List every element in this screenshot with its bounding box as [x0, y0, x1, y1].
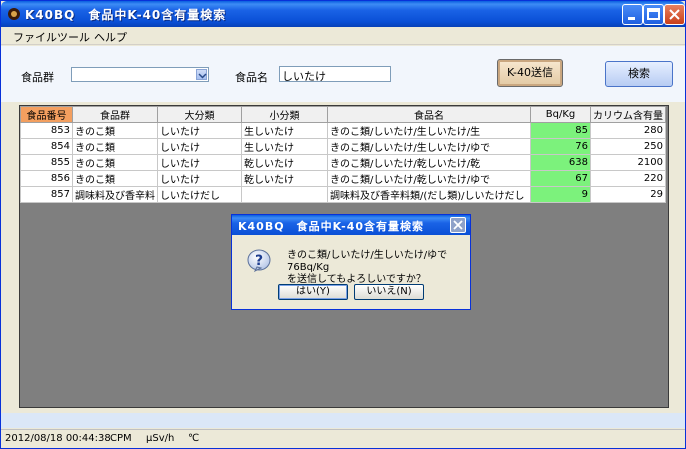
cell-bq: 67: [530, 170, 591, 187]
status-celsius: ℃: [188, 433, 200, 444]
cell-minor-category: 生しいたけ: [241, 138, 328, 155]
cell-food-name: きのこ類/しいたけ/乾しいたけ/ゆで: [327, 170, 531, 187]
no-button[interactable]: いいえ(N): [354, 284, 424, 300]
column-header[interactable]: 食品名: [327, 106, 531, 123]
dialog-message-line: きのこ類/しいたけ/生しいたけ/ゆで 76Bq/Kg: [287, 250, 448, 273]
cell-food-number: 855: [20, 154, 73, 171]
cell-major-category: しいたけ: [157, 122, 242, 139]
confirm-dialog: K40BQ 食品中K-40含有量検索 ? きのこ類/しいたけ/生しいたけ/ゆで …: [231, 214, 471, 310]
dialog-close-button[interactable]: [450, 217, 466, 233]
cell-food-name: きのこ類/しいたけ/生しいたけ/生: [327, 122, 531, 139]
cell-food-group: きのこ類: [72, 154, 158, 171]
close-button[interactable]: [664, 4, 685, 25]
status-strip: [1, 413, 685, 428]
close-icon: [453, 220, 463, 230]
app-icon: [8, 8, 20, 20]
cell-food-number: 853: [20, 122, 73, 139]
cell-food-name: きのこ類/しいたけ/生しいたけ/ゆで: [327, 138, 531, 155]
svg-text:?: ?: [255, 253, 263, 269]
cell-bq: 9: [530, 186, 591, 203]
dialog-message: きのこ類/しいたけ/生しいたけ/ゆで 76Bq/Kg を送信してもよろしいですか…: [287, 250, 470, 286]
column-header[interactable]: カリウム含有量: [590, 106, 666, 123]
dropdown-button[interactable]: [196, 69, 207, 80]
status-usvh: μSv/h: [146, 433, 175, 444]
table-header-row: 食品番号 食品群 大分類 小分類 食品名 Bq/Kg カリウム含有量: [20, 106, 666, 123]
k40-send-button[interactable]: K-40送信: [497, 59, 563, 87]
cell-bq: 76: [530, 138, 591, 155]
cell-bq: 85: [530, 122, 591, 139]
column-header[interactable]: 大分類: [157, 106, 242, 123]
cell-food-group: きのこ類: [72, 170, 158, 187]
menu-bar: ファイル ツール ヘルプ: [1, 27, 685, 45]
food-name-label: 食品名: [235, 71, 268, 84]
cell-minor-category: 乾しいたけ: [241, 170, 328, 187]
cell-food-name: 調味料及び香辛料類/(だし類)/しいたけだし: [327, 186, 531, 203]
cell-food-number: 857: [20, 186, 73, 203]
cell-minor-category: 生しいたけ: [241, 122, 328, 139]
minimize-button[interactable]: [622, 4, 643, 25]
food-name-input[interactable]: しいたけ: [279, 66, 391, 83]
dialog-title: K40BQ 食品中K-40含有量検索: [238, 220, 425, 233]
cell-food-name: きのこ類/しいたけ/乾しいたけ/乾: [327, 154, 531, 171]
cell-food-number: 854: [20, 138, 73, 155]
table-row[interactable]: 856 きのこ類 しいたけ 乾しいたけ きのこ類/しいたけ/乾しいたけ/ゆで 6…: [20, 170, 666, 187]
cell-food-group: きのこ類: [72, 122, 158, 139]
status-bar: 2012/08/18 00:44:38 CPM μSv/h ℃: [1, 429, 685, 448]
question-icon: ?: [247, 249, 271, 273]
status-cpm: CPM: [110, 433, 132, 444]
maximize-icon: [647, 8, 660, 20]
table-row[interactable]: 857 調味料及び香辛料 しいたけだし 調味料及び香辛料類/(だし類)/しいたけ…: [20, 186, 666, 203]
cell-potassium: 2100: [590, 154, 666, 171]
column-header[interactable]: Bq/Kg: [530, 106, 591, 123]
table-row[interactable]: 854 きのこ類 しいたけ 生しいたけ きのこ類/しいたけ/生しいたけ/ゆで 7…: [20, 138, 666, 155]
search-button[interactable]: 検索: [605, 61, 673, 87]
table-row[interactable]: 853 きのこ類 しいたけ 生しいたけ きのこ類/しいたけ/生しいたけ/生 85…: [20, 122, 666, 139]
cell-potassium: 220: [590, 170, 666, 187]
cell-major-category: しいたけ: [157, 154, 242, 171]
main-window: K40BQ 食品中K-40含有量検索 ファイル ツール ヘルプ 食品群 食品名 …: [0, 0, 686, 449]
food-group-select[interactable]: [71, 67, 209, 82]
cell-food-group: 調味料及び香辛料: [72, 186, 158, 203]
cell-minor-category: 乾しいたけ: [241, 154, 328, 171]
title-bar[interactable]: K40BQ 食品中K-40含有量検索: [1, 1, 685, 27]
table-row[interactable]: 855 きのこ類 しいたけ 乾しいたけ きのこ類/しいたけ/乾しいたけ/乾 63…: [20, 154, 666, 171]
results-table: 食品番号 食品群 大分類 小分類 食品名 Bq/Kg カリウム含有量 853 き…: [20, 106, 666, 203]
cell-potassium: 280: [590, 122, 666, 139]
menu-file[interactable]: ファイル: [13, 29, 57, 45]
cell-minor-category: [241, 186, 328, 203]
cell-bq: 638: [530, 154, 591, 171]
cell-major-category: しいたけ: [157, 170, 242, 187]
menu-tools[interactable]: ツール: [57, 29, 90, 45]
food-group-label: 食品群: [21, 71, 54, 84]
status-datetime: 2012/08/18 00:44:38: [5, 433, 111, 444]
dialog-title-bar[interactable]: K40BQ 食品中K-40含有量検索: [232, 215, 470, 235]
cell-food-group: きのこ類: [72, 138, 158, 155]
cell-major-category: しいたけ: [157, 138, 242, 155]
menu-help[interactable]: ヘルプ: [94, 29, 127, 45]
cell-potassium: 29: [590, 186, 666, 203]
yes-button[interactable]: はい(Y): [278, 284, 348, 300]
window-title: K40BQ 食品中K-40含有量検索: [25, 8, 227, 22]
column-header[interactable]: 食品番号: [20, 106, 73, 123]
maximize-button[interactable]: [643, 4, 664, 25]
column-header[interactable]: 食品群: [72, 106, 158, 123]
cell-major-category: しいたけだし: [157, 186, 242, 203]
chevron-down-icon: [198, 73, 207, 79]
minimize-icon: [628, 17, 635, 20]
column-header[interactable]: 小分類: [241, 106, 328, 123]
cell-food-number: 856: [20, 170, 73, 187]
close-icon: [669, 9, 680, 20]
cell-potassium: 250: [590, 138, 666, 155]
